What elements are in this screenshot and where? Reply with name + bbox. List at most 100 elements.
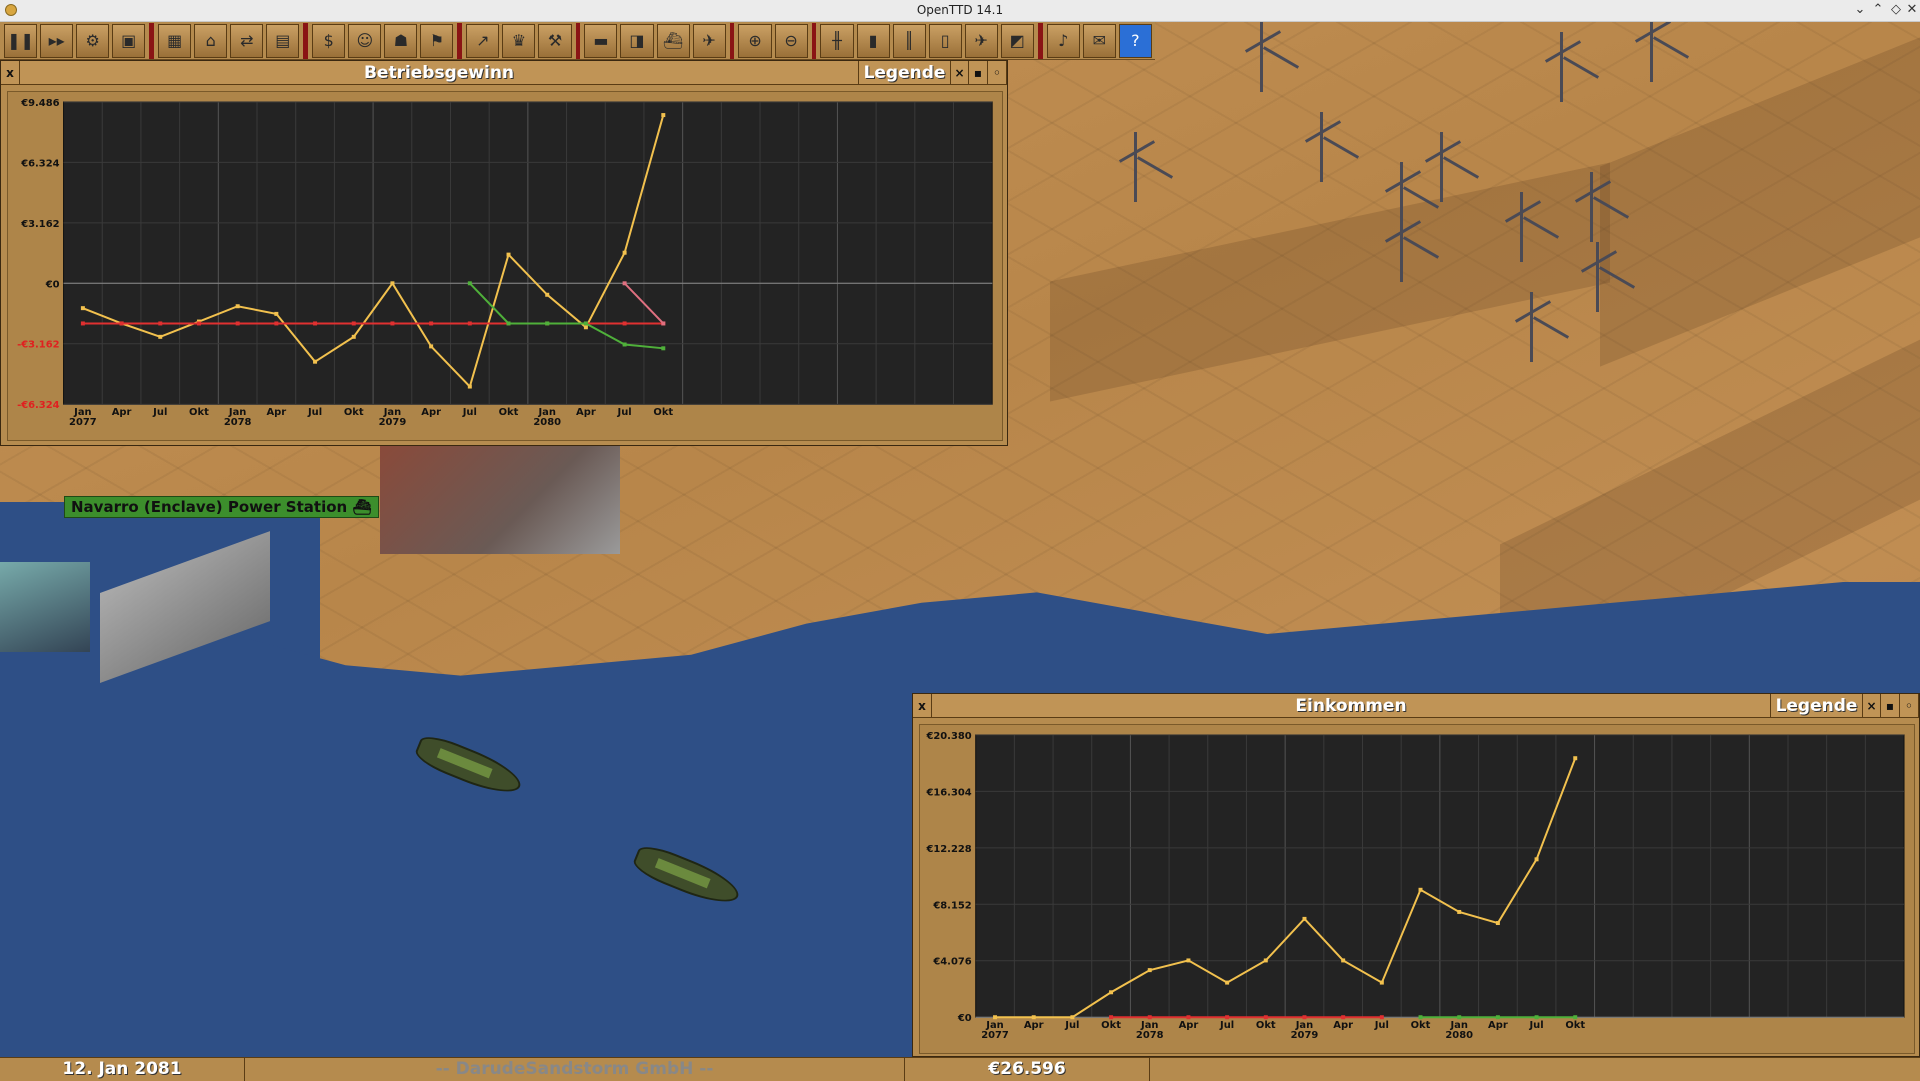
- series-point: [429, 344, 434, 349]
- window-title[interactable]: Einkommen: [932, 694, 1770, 717]
- x-tick-label: Okt: [189, 407, 209, 418]
- road-vehicle-list-button[interactable]: ◨: [620, 23, 654, 58]
- legend-button[interactable]: Legende: [858, 61, 950, 84]
- close-window-button[interactable]: ✕: [1904, 2, 1920, 17]
- goals-button[interactable]: ⚑: [420, 23, 454, 58]
- series-point: [196, 321, 201, 326]
- story-button[interactable]: ☗: [384, 23, 418, 58]
- x-tick-year: 2079: [1291, 1030, 1319, 1041]
- sticky-button[interactable]: ◦: [988, 61, 1007, 85]
- toolbar-separator: [811, 22, 817, 59]
- collapse-button[interactable]: ×: [950, 61, 969, 85]
- status-date[interactable]: 12. Jan 2081: [0, 1058, 245, 1081]
- series-point: [1573, 1015, 1578, 1020]
- shade-button[interactable]: ▪: [1881, 694, 1900, 718]
- series-point: [390, 321, 395, 326]
- station-sign-label: Navarro (Enclave) Power Station: [71, 498, 348, 516]
- tree: [1590, 172, 1650, 242]
- help-icon: ?: [1131, 31, 1140, 50]
- build-road-button[interactable]: ▮: [856, 23, 890, 58]
- town-directory-button[interactable]: ⌂: [194, 23, 228, 58]
- window-title[interactable]: Betriebsgewinn: [20, 61, 858, 84]
- series-point: [1573, 756, 1578, 761]
- x-tick-year: 2077: [69, 417, 97, 428]
- zoom-in-button[interactable]: ⊕: [738, 23, 772, 58]
- series-point: [1457, 1015, 1462, 1020]
- x-tick-label: Okt: [1565, 1020, 1585, 1031]
- ship-list-button[interactable]: ⛴: [656, 23, 690, 58]
- zoom-out-button[interactable]: ⊖: [774, 23, 808, 58]
- close-button[interactable]: x: [1, 61, 20, 85]
- station-sign[interactable]: Navarro (Enclave) Power Station ⛴: [64, 496, 379, 518]
- restore-button[interactable]: ◇: [1888, 2, 1904, 17]
- train-list-button[interactable]: ▬: [584, 23, 618, 58]
- tree: [1440, 132, 1500, 202]
- x-tick-label: Apr: [576, 407, 596, 418]
- series-point: [661, 113, 666, 118]
- ship-icon: ⛴: [352, 498, 372, 516]
- series-point: [1225, 1015, 1230, 1020]
- help-button[interactable]: ?: [1118, 23, 1152, 58]
- series-point: [622, 342, 627, 347]
- sound-button[interactable]: ♪: [1046, 23, 1080, 58]
- x-tick-year: 2080: [1445, 1030, 1473, 1041]
- series-point: [622, 281, 627, 286]
- y-tick-label: -€6.324: [17, 400, 60, 411]
- graphs-button[interactable]: ↗: [466, 23, 500, 58]
- build-airport-button[interactable]: ✈: [964, 23, 998, 58]
- station-list-icon: ▤: [275, 31, 291, 50]
- message-button[interactable]: ✉: [1082, 23, 1116, 58]
- close-button[interactable]: x: [913, 694, 932, 718]
- status-money[interactable]: €26.596: [905, 1058, 1150, 1081]
- income-graph-window: x Einkommen Legende × ▪ ◦ €20.380 €16.304…: [912, 693, 1920, 1057]
- graphs-icon: ↗: [476, 31, 490, 50]
- league-button[interactable]: ♛: [502, 23, 536, 58]
- series-point: [622, 250, 627, 255]
- fast-forward-button[interactable]: ▸▸: [40, 23, 74, 58]
- sticky-button[interactable]: ◦: [1900, 694, 1919, 718]
- toolbar-separator: [1037, 22, 1043, 59]
- maximize-button[interactable]: ⌃: [1870, 2, 1886, 17]
- series-point: [583, 325, 588, 330]
- save-button[interactable]: ▣: [112, 23, 146, 58]
- finances-button[interactable]: $: [312, 23, 346, 58]
- minimap-button[interactable]: ▦: [158, 23, 192, 58]
- power-station[interactable]: [380, 444, 620, 554]
- industry-button[interactable]: ⚒: [538, 23, 572, 58]
- minimize-button[interactable]: ⌄: [1852, 2, 1868, 17]
- aircraft-list-button[interactable]: ✈: [692, 23, 726, 58]
- station-list-button[interactable]: ▤: [266, 23, 300, 58]
- pause-button[interactable]: ❚❚: [4, 23, 38, 58]
- series-point: [274, 311, 279, 316]
- settings-icon: ⚙: [85, 31, 100, 50]
- landscaping-button[interactable]: ◩: [1000, 23, 1034, 58]
- legend-button[interactable]: Legende: [1770, 694, 1862, 717]
- window-header[interactable]: x Betriebsgewinn Legende × ▪ ◦: [1, 61, 1007, 85]
- shade-button[interactable]: ▪: [969, 61, 988, 85]
- tree: [1134, 132, 1194, 202]
- build-tramway-icon: ║: [904, 31, 914, 50]
- collapse-button[interactable]: ×: [1862, 694, 1881, 718]
- build-railway-button[interactable]: ╫: [820, 23, 854, 58]
- series-point: [1418, 887, 1423, 892]
- tree: [1260, 22, 1320, 92]
- build-docks-button[interactable]: ▯: [928, 23, 962, 58]
- series-point: [622, 321, 627, 326]
- x-tick-label: Jul: [617, 407, 632, 418]
- series-point: [80, 306, 85, 311]
- x-tick-label: Apr: [1024, 1020, 1044, 1031]
- window-header[interactable]: x Einkommen Legende × ▪ ◦: [913, 694, 1919, 718]
- subsidies-button[interactable]: ⇄: [230, 23, 264, 58]
- x-tick-year: 2078: [1136, 1030, 1164, 1041]
- settings-button[interactable]: ⚙: [76, 23, 110, 58]
- x-tick-label: Apr: [112, 407, 132, 418]
- series-point: [583, 321, 588, 326]
- status-company[interactable]: -- DarudeSandstorm GmbH --: [245, 1058, 905, 1081]
- series-point: [313, 321, 318, 326]
- series-point: [313, 359, 318, 364]
- x-tick-label: Jul: [462, 407, 477, 418]
- build-tramway-button[interactable]: ║: [892, 23, 926, 58]
- company-button[interactable]: ☺: [348, 23, 382, 58]
- x-tick-label: Okt: [1411, 1020, 1431, 1031]
- ship-list-icon: ⛴: [662, 31, 684, 50]
